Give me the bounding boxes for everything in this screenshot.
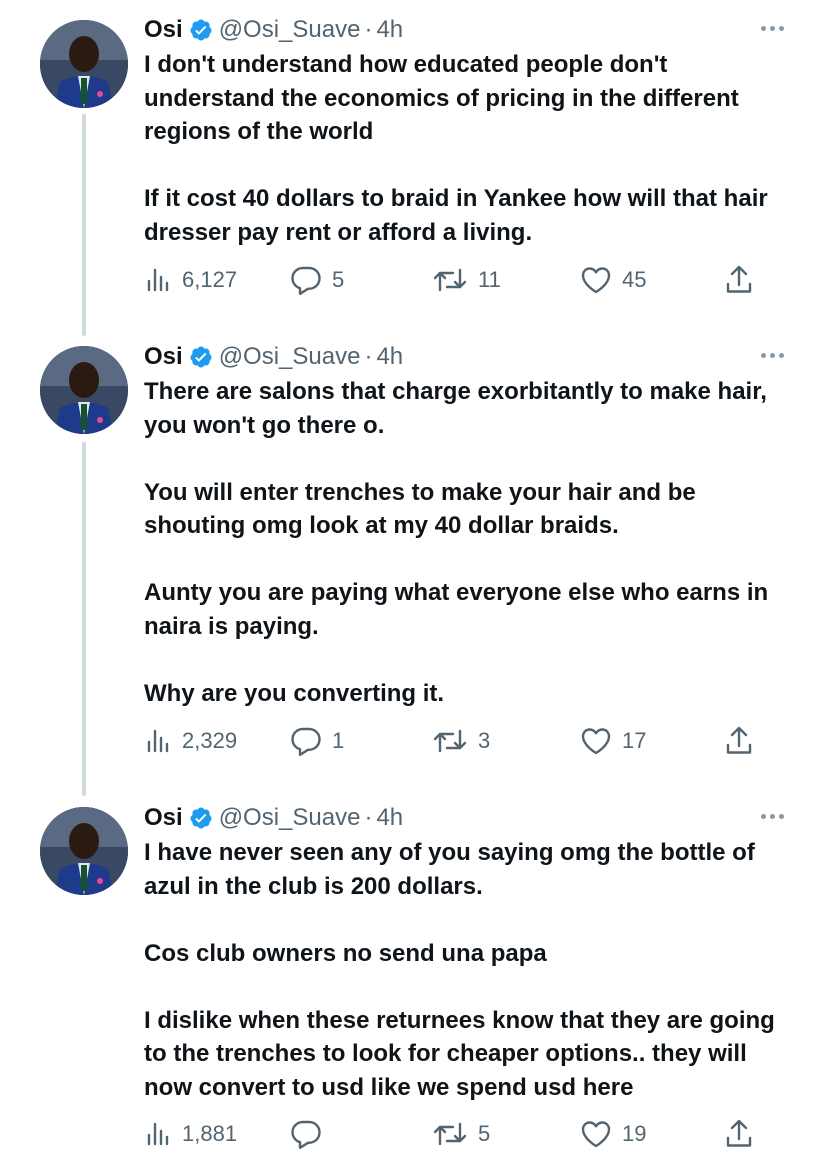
tweet-header: Osi @Osi_Suave · 4h xyxy=(144,804,403,832)
thread-line xyxy=(82,114,86,336)
like-button[interactable]: 19 xyxy=(580,1117,646,1151)
tweet-paragraph: I dislike when these returnees know that… xyxy=(144,1006,775,1101)
avatar-photo-icon xyxy=(40,807,128,895)
tweet-paragraph: Cos club owners no send una papa xyxy=(144,939,547,967)
tweet-header: Osi @Osi_Suave · 4h xyxy=(144,343,403,371)
share-button[interactable] xyxy=(724,1117,754,1151)
reply-count: 1 xyxy=(332,728,345,753)
tweet-paragraph: Why are you converting it. xyxy=(144,679,445,707)
tweet-header: Osi @Osi_Suave · 4h xyxy=(144,16,403,44)
reply-count: 5 xyxy=(332,267,345,292)
verified-badge-icon xyxy=(189,18,213,42)
thread-line xyxy=(82,442,86,796)
speech-bubble-icon xyxy=(291,727,321,756)
tweet-text: There are salons that charge exorbitantl… xyxy=(144,375,794,710)
share-upload-icon xyxy=(726,1119,752,1147)
views-count: 6,127 xyxy=(182,267,238,292)
author-name[interactable]: Osi xyxy=(144,804,183,832)
retweet-arrows-icon xyxy=(433,268,467,292)
analytics-bars-icon xyxy=(147,729,169,753)
author-handle[interactable]: @Osi_Suave xyxy=(219,804,361,832)
reply-button[interactable] xyxy=(290,1117,332,1151)
timestamp[interactable]: 4h xyxy=(376,804,403,832)
views-count: 2,329 xyxy=(182,728,238,753)
tweet-paragraph: If it cost 40 dollars to braid in Yankee… xyxy=(144,185,768,246)
avatar[interactable] xyxy=(40,20,128,108)
share-upload-icon xyxy=(726,265,752,293)
verified-badge-icon xyxy=(189,806,213,830)
share-button[interactable] xyxy=(724,263,754,297)
avatar[interactable] xyxy=(40,346,128,434)
tweet-paragraph: Aunty you are paying what everyone else … xyxy=(144,579,769,640)
views-button[interactable]: 6,127 xyxy=(144,263,237,297)
retweet-button[interactable]: 3 xyxy=(432,724,490,758)
timestamp[interactable]: 4h xyxy=(376,16,403,44)
tweet-text: I have never seen any of you saying omg … xyxy=(144,836,794,1104)
more-dots-icon[interactable] xyxy=(761,26,784,31)
views-button[interactable]: 1,881 xyxy=(144,1117,237,1151)
author-name[interactable]: Osi xyxy=(144,16,183,44)
tweet-actions: 2,329 1 3 17 xyxy=(144,724,764,758)
like-count: 19 xyxy=(622,1121,647,1146)
views-count: 1,881 xyxy=(182,1121,238,1146)
analytics-bars-icon xyxy=(147,268,169,292)
author-name[interactable]: Osi xyxy=(144,343,183,371)
like-button[interactable]: 17 xyxy=(580,724,646,758)
author-handle[interactable]: @Osi_Suave xyxy=(219,16,361,44)
avatar-photo-icon xyxy=(40,20,128,108)
avatar[interactable] xyxy=(40,807,128,895)
retweet-arrows-icon xyxy=(433,1122,467,1146)
heart-icon xyxy=(581,1121,611,1148)
retweet-button[interactable]: 5 xyxy=(432,1117,490,1151)
more-dots-icon[interactable] xyxy=(761,353,784,358)
retweet-count: 3 xyxy=(478,728,491,753)
tweet-paragraph: You will enter trenches to make your hai… xyxy=(144,478,696,540)
more-dots-icon[interactable] xyxy=(761,814,784,819)
retweet-arrows-icon xyxy=(433,729,467,753)
tweet-text: I don't understand how educated people d… xyxy=(144,48,794,249)
separator-dot: · xyxy=(364,16,373,43)
retweet-count: 11 xyxy=(478,267,501,292)
share-button[interactable] xyxy=(724,724,754,758)
tweet-actions: 6,127 5 11 45 xyxy=(144,263,764,297)
verified-badge-icon xyxy=(189,345,213,369)
like-count: 45 xyxy=(622,267,647,292)
tweet-paragraph: There are salons that charge exorbitantl… xyxy=(144,378,767,439)
timestamp[interactable]: 4h xyxy=(376,343,403,371)
separator-dot: · xyxy=(364,804,373,831)
author-handle[interactable]: @Osi_Suave xyxy=(219,343,361,371)
tweet-actions: 1,881 5 19 xyxy=(144,1117,764,1151)
retweet-button[interactable]: 11 xyxy=(432,263,501,297)
heart-icon xyxy=(581,728,611,755)
separator-dot: · xyxy=(364,343,373,370)
views-button[interactable]: 2,329 xyxy=(144,724,237,758)
avatar-photo-icon xyxy=(40,346,128,434)
retweet-count: 5 xyxy=(478,1121,491,1146)
reply-button[interactable]: 5 xyxy=(290,263,344,297)
share-upload-icon xyxy=(726,726,752,754)
analytics-bars-icon xyxy=(147,1122,169,1146)
tweet-paragraph: I have never seen any of you saying omg … xyxy=(144,839,755,900)
like-button[interactable]: 45 xyxy=(580,263,646,297)
reply-button[interactable]: 1 xyxy=(290,724,344,758)
heart-icon xyxy=(581,267,611,294)
speech-bubble-icon xyxy=(291,1120,321,1149)
like-count: 17 xyxy=(622,728,647,753)
tweet-paragraph: I don't understand how educated people d… xyxy=(144,51,739,145)
speech-bubble-icon xyxy=(291,266,321,295)
